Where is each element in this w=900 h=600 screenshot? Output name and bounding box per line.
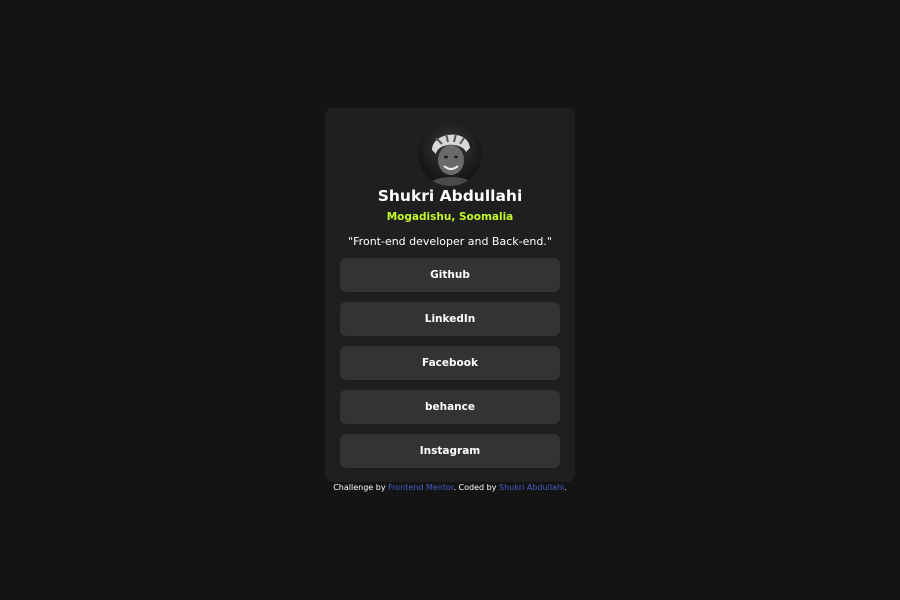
attribution-suffix: . [564,483,567,492]
profile-location: Mogadishu, Soomalia [386,211,514,223]
linkedin-button[interactable]: LinkedIn [340,302,560,336]
instagram-button[interactable]: Instagram [340,434,560,468]
avatar [418,122,482,186]
behance-button[interactable]: behance [340,390,560,424]
frontend-mentor-link[interactable]: Frontend Mentor [388,483,453,492]
profile-card: Shukri Abdullahi Mogadishu, Soomalia "Fr… [325,108,575,482]
attribution: Challenge by Frontend Mentor. Coded by S… [0,482,900,494]
facebook-button[interactable]: Facebook [340,346,560,380]
attribution-prefix: Challenge by [333,483,389,492]
profile-bio: "Front-end developer and Back-end." [348,235,552,248]
github-button[interactable]: Github [340,258,560,292]
avatar-image [418,122,482,186]
author-link[interactable]: Shukri Abdullahi [499,483,564,492]
attribution-middle: . Coded by [453,483,499,492]
profile-name: Shukri Abdullahi [377,187,523,205]
social-links: Github LinkedIn Facebook behance Instagr… [340,258,560,478]
